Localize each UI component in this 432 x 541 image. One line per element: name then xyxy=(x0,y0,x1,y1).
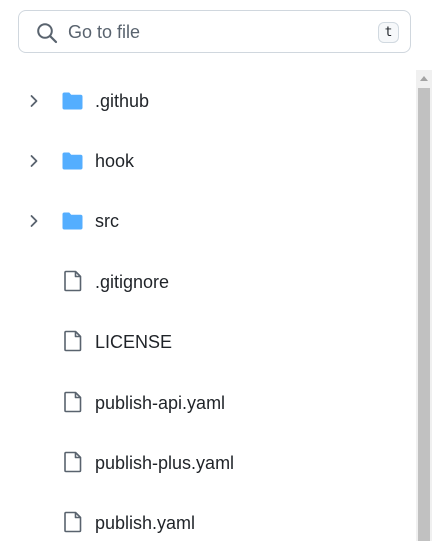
tree-item-label: hook xyxy=(95,151,135,171)
tree-item-publish-api-file[interactable]: publish-api.yaml xyxy=(0,379,414,427)
search-icon xyxy=(37,23,58,44)
tree-item-github-folder[interactable]: .github xyxy=(0,77,414,125)
folder-icon xyxy=(62,152,83,170)
tree-item-src-folder[interactable]: src xyxy=(0,197,414,245)
file-icon xyxy=(64,391,82,413)
chevron-right-icon[interactable] xyxy=(27,214,41,228)
tree-item-label: LICENSE xyxy=(95,332,173,352)
file-icon xyxy=(64,451,82,473)
scroll-up-arrow-icon[interactable] xyxy=(419,74,429,82)
folder-icon xyxy=(62,92,83,110)
file-tree: .github hook src .gitignore LICENSE publ… xyxy=(0,70,414,541)
file-icon xyxy=(64,330,82,352)
tree-item-label: publish-plus.yaml xyxy=(95,453,235,473)
vertical-scrollbar[interactable] xyxy=(416,70,432,541)
keyboard-shortcut-badge: t xyxy=(378,22,399,43)
chevron-right-icon[interactable] xyxy=(27,154,41,168)
go-to-file-search[interactable]: t xyxy=(18,10,411,53)
tree-item-label: publish.yaml xyxy=(95,513,196,533)
chevron-right-icon[interactable] xyxy=(27,94,41,108)
folder-icon xyxy=(62,212,83,230)
tree-item-hook-folder[interactable]: hook xyxy=(0,137,414,185)
tree-item-label: .gitignore xyxy=(95,272,170,292)
tree-item-label: src xyxy=(95,211,119,231)
tree-item-gitignore-file[interactable]: .gitignore xyxy=(0,258,414,306)
search-input[interactable] xyxy=(68,20,358,44)
tree-item-label: publish-api.yaml xyxy=(95,393,226,413)
tree-item-publish-plus-file[interactable]: publish-plus.yaml xyxy=(0,439,414,487)
file-icon xyxy=(64,511,82,533)
tree-item-publish-file[interactable]: publish.yaml xyxy=(0,499,414,541)
tree-item-license-file[interactable]: LICENSE xyxy=(0,318,414,366)
scrollbar-thumb[interactable] xyxy=(418,88,430,541)
file-icon xyxy=(64,270,82,292)
tree-item-label: .github xyxy=(95,91,150,111)
